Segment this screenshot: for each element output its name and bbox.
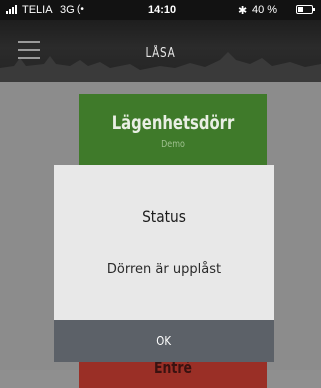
activity-icon: (• — [77, 4, 84, 15]
bluetooth-icon: ✱ — [238, 5, 248, 17]
dialog-message: Dörren är upplåst — [106, 262, 222, 277]
battery-percent: 40 % — [252, 4, 278, 16]
lock-card-title: Lägenhetsdörr — [111, 112, 235, 134]
lock-card-apartment-door[interactable]: Lägenhetsdörr Demo — [79, 94, 267, 174]
page-title: LÅSA — [145, 46, 176, 61]
status-dialog: Status Dörren är upplåst OK — [54, 165, 274, 362]
status-bar: TELIA 3G (• 14:10 ✱ 40 % — [0, 0, 321, 20]
lock-card-subtitle: Demo — [161, 139, 185, 150]
signal-icon — [6, 5, 20, 14]
carrier-label: TELIA — [22, 4, 53, 16]
network-label: 3G — [60, 4, 75, 16]
app-header: LÅSA — [0, 20, 321, 82]
dialog-title: Status — [142, 207, 186, 226]
battery-icon — [296, 5, 315, 14]
ok-button[interactable]: OK — [54, 320, 274, 362]
clock: 14:10 — [148, 4, 177, 16]
ok-button-label: OK — [156, 334, 172, 348]
